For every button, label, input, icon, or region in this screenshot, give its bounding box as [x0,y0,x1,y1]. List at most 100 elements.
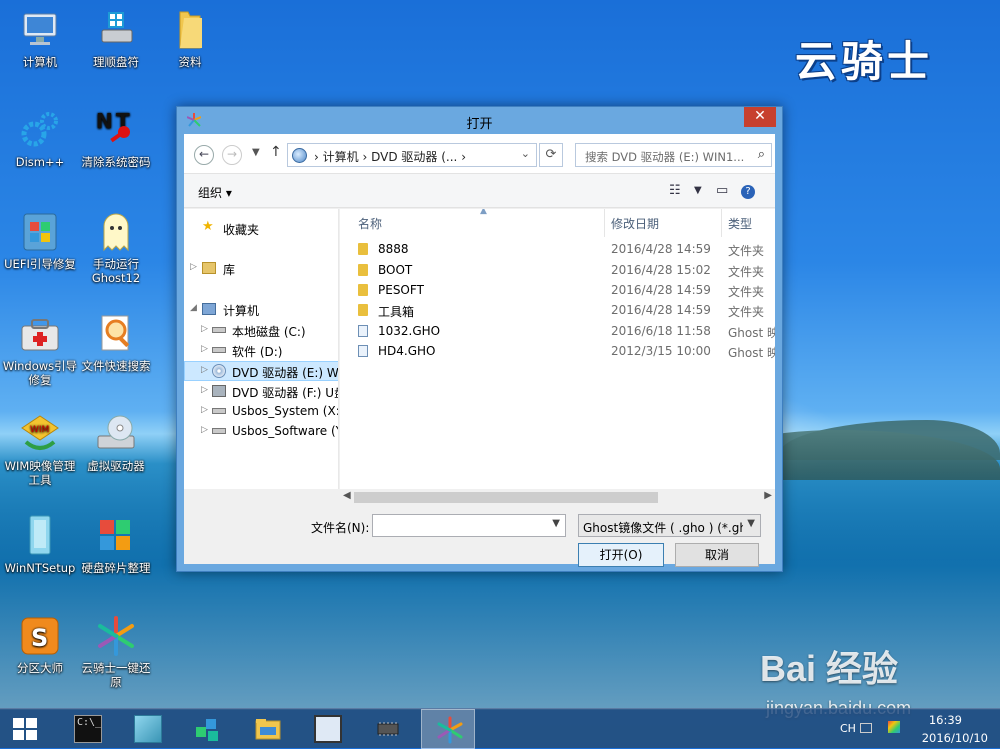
folder-icon [168,8,212,52]
file-type-select[interactable]: Ghost镜像文件 ( .gho ) (*.gh ▼ [578,514,761,537]
clock-time[interactable]: 16:39 [929,713,962,727]
magnifier-icon [94,312,138,356]
desktop-icon-windows-boot-repair[interactable]: Windows引导修复 [0,312,80,387]
computer-icon [18,8,62,52]
drive-icon [212,327,226,333]
search-icon: ⌕ [757,147,765,162]
drive-order-icon [94,8,138,52]
display-icon[interactable] [888,721,900,733]
dvd-icon [212,364,226,378]
clock-date[interactable]: 2016/10/10 [922,731,988,745]
file-row[interactable]: BOOT 2016/4/28 15:02 文件夹 [340,260,775,280]
nav-item-favorites[interactable]: ★ 收藏夹 [184,219,338,239]
column-header-date[interactable]: 修改日期 [611,215,659,232]
scroll-right-icon[interactable]: ▶ [764,490,772,501]
file-row[interactable]: PESOFT 2016/4/28 14:59 文件夹 [340,280,775,300]
star-icon: ★ [202,219,214,234]
breadcrumb-computer[interactable]: 计算机 [323,150,359,164]
column-header-type[interactable]: 类型 [728,215,752,232]
file-row[interactable]: 8888 2016/4/28 14:59 文件夹 [340,239,775,259]
ghost-file-icon [358,345,368,357]
dialog-title: 打开 [466,117,493,132]
nav-item-drive-f[interactable]: ▷ DVD 驱动器 (F:) U盘 [184,382,338,402]
nav-item-drive-e[interactable]: ▷ DVD 驱动器 (E:) WI [184,361,338,381]
back-button[interactable]: ← [194,145,214,165]
folder-icon [358,243,368,255]
input-language[interactable]: CH [840,722,856,735]
desktop-icon-restore[interactable]: 云骑士一键还原 [76,614,156,689]
nav-item-drive-x[interactable]: ▷ Usbos_System (X:) [184,402,338,422]
file-row[interactable]: 1032.GHO 2016/6/18 11:58 Ghost 映 [340,321,775,341]
nav-item-drive-c[interactable]: ▷ 本地磁盘 (C:) [184,321,338,341]
chevron-down-icon[interactable]: ▼ [552,518,560,529]
svg-text:N: N [96,109,113,133]
puzzle-icon [194,715,222,743]
column-separator[interactable] [604,209,605,237]
close-button[interactable]: ✕ [744,107,776,127]
nav-item-libraries[interactable]: ▷ 库 [184,259,338,279]
view-options-icon[interactable]: ☷ [669,183,681,198]
taskbar-tool[interactable] [300,709,354,749]
desktop-icon-folder[interactable]: 资料 [150,8,230,69]
address-bar[interactable]: › 计算机 › DVD 驱动器 (... › ⌄ [287,143,537,167]
start-button[interactable] [13,718,37,740]
organize-menu[interactable]: 组织 ▾ [198,184,232,201]
desktop-icon-file-search[interactable]: 文件快速搜索 [76,312,156,373]
taskbar: C:\_ CH 16:39 2016/10/10 [0,708,1000,749]
horizontal-scrollbar[interactable]: ◀ ▶ [340,489,775,506]
nav-item-drive-d[interactable]: ▷ 软件 (D:) [184,341,338,361]
recent-locations-dropdown-icon[interactable]: ▼ [252,147,260,158]
taskbar-yunqishi[interactable] [421,709,475,749]
chevron-down-icon: ▼ [747,518,755,529]
search-input[interactable]: 搜索 DVD 驱动器 (E:) WIN1... ⌕ [575,143,772,167]
chevron-right-icon: ▷ [201,324,208,334]
search-placeholder: 搜索 DVD 驱动器 (E:) WIN1... [585,150,745,164]
desktop-icon-wim-manager[interactable]: WIM WIM映像管理工具 [0,412,80,487]
forward-button[interactable]: → [222,145,242,165]
refresh-button[interactable]: ⟳ [539,143,563,167]
desktop-icon-virtual-drive[interactable]: 虚拟驱动器 [76,412,156,473]
desktop-icon-uefi-repair[interactable]: UEFI引导修复 [0,210,80,271]
file-row[interactable]: HD4.GHO 2012/3/15 10:00 Ghost 映 [340,341,775,361]
watermark-logo: Bai 经验 [760,648,899,689]
desktop-icon-defrag[interactable]: 硬盘碎片整理 [76,514,156,575]
scroll-left-icon[interactable]: ◀ [343,490,351,501]
up-arrow-icon[interactable]: ↑ [270,144,282,160]
drive-icon [212,408,226,414]
desktop-icon-drive-order[interactable]: 理顺盘符 [76,8,156,69]
open-button[interactable]: 打开(O) [578,543,664,567]
chevron-right-icon: ▷ [201,405,208,415]
taskbar-dism[interactable] [180,709,234,749]
taskbar-file-explorer[interactable] [240,709,294,749]
desktop-icon-dism[interactable]: Dism++ [0,108,80,169]
scrollbar-thumb[interactable] [354,492,658,503]
ghost-icon [94,210,138,254]
nav-item-drive-y[interactable]: ▷ Usbos_Software (Y [184,422,338,442]
address-dropdown-icon[interactable]: ⌄ [521,147,530,160]
column-header-name[interactable]: 名称 [358,215,382,232]
chevron-right-icon: ▷ [201,425,208,435]
desktop-icon-clear-password[interactable]: NT 清除系统密码 [76,108,156,169]
column-separator[interactable] [721,209,722,237]
folder-icon [254,715,282,743]
cancel-button[interactable]: 取消 [675,543,759,567]
taskbar-chip[interactable] [360,709,414,749]
navigation-bar: ← → ▼ ↑ › 计算机 › DVD 驱动器 (... › ⌄ ⟳ 搜索 DV… [184,134,775,174]
svg-text:WIM: WIM [30,425,49,435]
taskbar-cmd[interactable]: C:\_ [60,709,114,749]
nav-item-computer[interactable]: ◢ 计算机 [184,300,338,320]
taskbar-explorer-pane[interactable] [120,709,174,749]
restore-icon [94,614,138,658]
desktop-icon-partition[interactable]: S 分区大师 [0,614,80,675]
preview-pane-icon[interactable]: ▭ [716,183,728,198]
desktop-icon-computer[interactable]: 计算机 [0,8,80,69]
desktop-icon-winntsetup[interactable]: WinNTSetup [0,514,80,575]
dialog-titlebar[interactable]: 打开 ✕ [177,107,782,133]
help-icon[interactable]: ? [741,185,755,199]
file-row[interactable]: 工具箱 2016/4/28 14:59 文件夹 [340,300,775,320]
breadcrumb-dvd-drive[interactable]: DVD 驱动器 (... [371,150,457,164]
filename-input[interactable]: ▼ [372,514,566,537]
keyboard-icon[interactable] [860,723,872,733]
desktop-icon-ghost[interactable]: 手动运行Ghost12 [76,210,156,285]
view-dropdown-icon[interactable]: ▼ [694,185,702,196]
